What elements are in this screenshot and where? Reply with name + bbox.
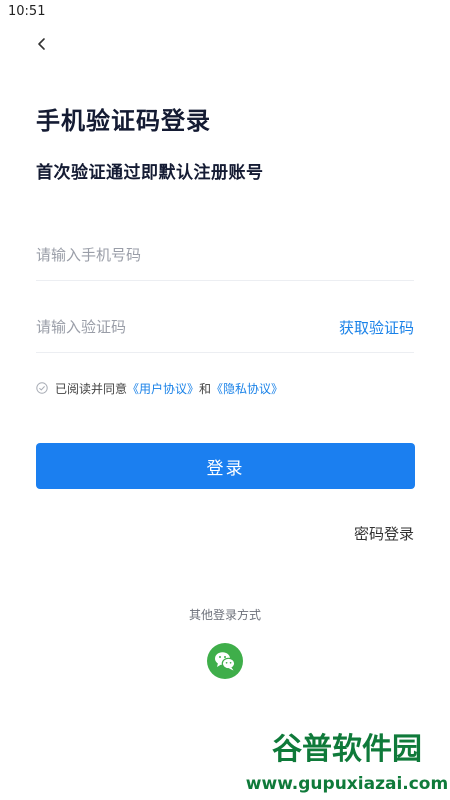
privacy-policy-link[interactable]: 《隐私协议》 — [211, 380, 283, 397]
svg-text:www.gupuxiazai.com: www.gupuxiazai.com — [246, 774, 448, 794]
status-bar: 10:51 — [0, 0, 450, 24]
user-agreement-link[interactable]: 《用户协议》 — [127, 380, 199, 397]
page-title: 手机验证码登录 — [36, 107, 211, 135]
login-button[interactable]: 登录 — [36, 443, 415, 489]
svg-text:谷普软件园: 谷普软件园 — [272, 732, 422, 767]
status-time: 10:51 — [8, 4, 46, 19]
back-button[interactable] — [28, 30, 56, 58]
check-circle-icon[interactable] — [36, 382, 48, 394]
phone-input[interactable] — [36, 240, 316, 270]
get-code-button[interactable]: 获取验证码 — [339, 317, 414, 338]
code-input[interactable] — [36, 312, 316, 342]
code-field: 获取验证码 — [36, 304, 414, 353]
agreement-connector: 和 — [199, 381, 212, 396]
other-login-methods-label: 其他登录方式 — [188, 608, 261, 622]
wechat-icon — [215, 652, 236, 671]
back-arrow-icon — [38, 38, 45, 50]
page-subtitle: 首次验证通过即默认注册账号 — [36, 163, 264, 183]
watermark-logo: 谷普软件园 www.gupuxiazai.com — [245, 731, 448, 794]
agreement-row: 已阅读并同意 《用户协议》 和 《隐私协议》 — [36, 379, 283, 397]
phone-field — [36, 232, 414, 281]
wechat-login-button[interactable] — [207, 643, 243, 679]
password-login-link[interactable]: 密码登录 — [354, 523, 414, 544]
agreement-prefix: 已阅读并同意 — [55, 381, 128, 396]
